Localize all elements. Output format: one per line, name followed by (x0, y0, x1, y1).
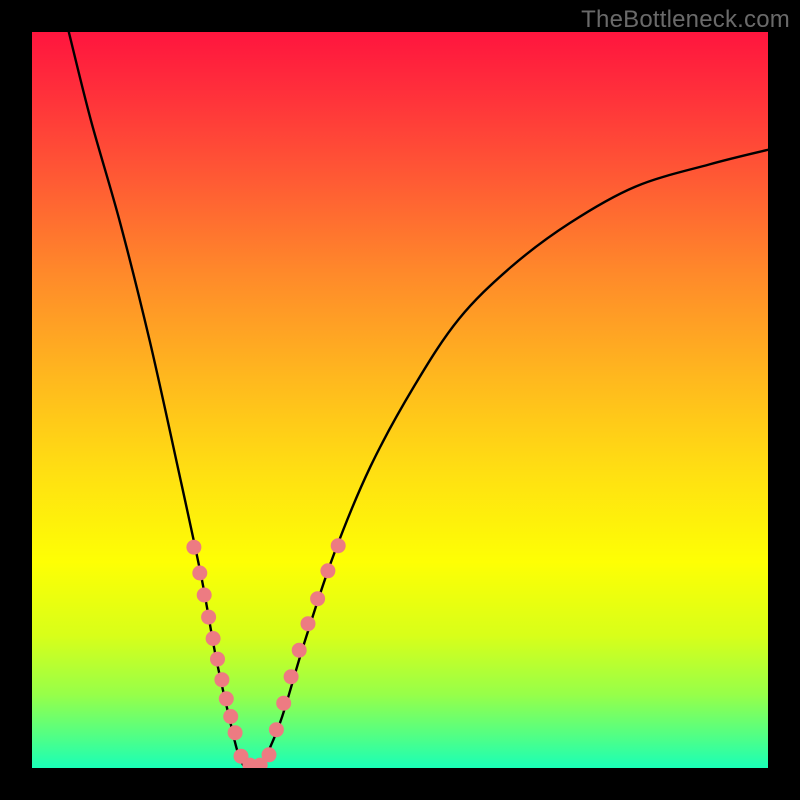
data-marker (206, 631, 221, 646)
data-marker (284, 669, 299, 684)
data-marker (192, 566, 207, 581)
bottleneck-curve (69, 32, 768, 768)
data-marker (214, 672, 229, 687)
data-marker (301, 616, 316, 631)
marker-group (186, 538, 345, 768)
data-marker (197, 588, 212, 603)
watermark-text: TheBottleneck.com (581, 6, 790, 34)
data-marker (186, 540, 201, 555)
chart-frame: TheBottleneck.com (0, 0, 800, 800)
data-marker (269, 722, 284, 737)
data-marker (219, 691, 234, 706)
data-marker (262, 747, 277, 762)
plot-area (32, 32, 768, 768)
data-marker (223, 709, 238, 724)
data-marker (292, 643, 307, 658)
data-marker (310, 591, 325, 606)
data-marker (201, 610, 216, 625)
data-marker (228, 725, 243, 740)
data-marker (210, 652, 225, 667)
data-marker (276, 696, 291, 711)
chart-svg (32, 32, 768, 768)
data-marker (331, 538, 346, 553)
data-marker (320, 563, 335, 578)
